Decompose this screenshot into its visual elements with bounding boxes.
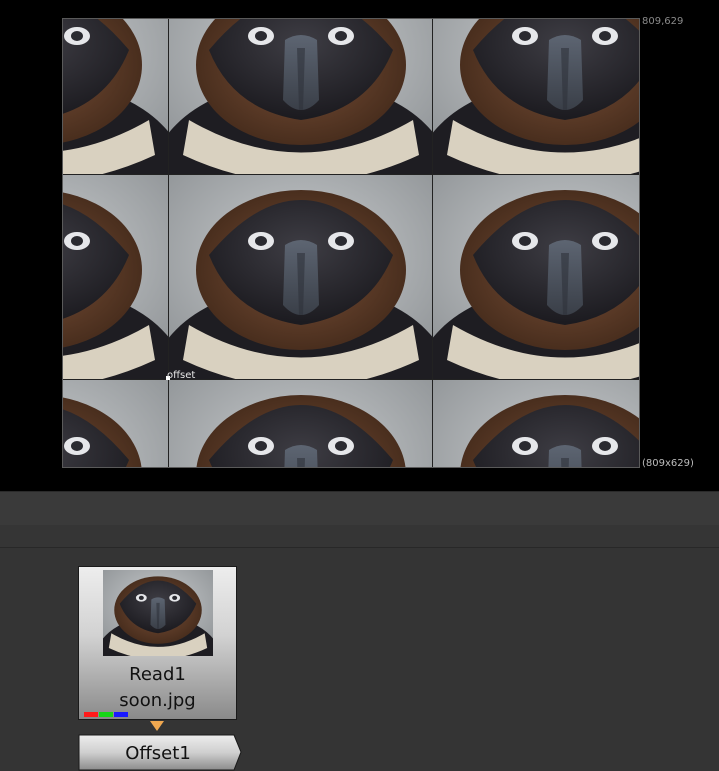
read-node-filename: soon.jpg <box>119 690 196 711</box>
pipe-connection-arrow[interactable] <box>150 721 164 731</box>
viewer-image <box>62 18 640 468</box>
panel-tab-strip <box>0 525 719 548</box>
viewer-toolbar <box>0 491 719 526</box>
format-size-label: (809x629) <box>642 458 694 469</box>
offset-node[interactable]: Offset1 <box>78 734 242 771</box>
red-channel-indicator <box>84 712 98 717</box>
viewer-panel[interactable]: 809,629 (809x629) offset <box>0 0 719 491</box>
read-node[interactable]: Read1 soon.jpg <box>78 566 237 720</box>
blue-channel-indicator <box>114 712 128 717</box>
green-channel-indicator <box>99 712 113 717</box>
offset-overlay-label: offset <box>167 370 196 381</box>
read-node-name: Read1 <box>129 664 186 685</box>
read-node-thumbnail <box>103 570 213 656</box>
format-top-right-coords: 809,629 <box>642 16 684 27</box>
offset-node-name: Offset1 <box>125 743 191 764</box>
